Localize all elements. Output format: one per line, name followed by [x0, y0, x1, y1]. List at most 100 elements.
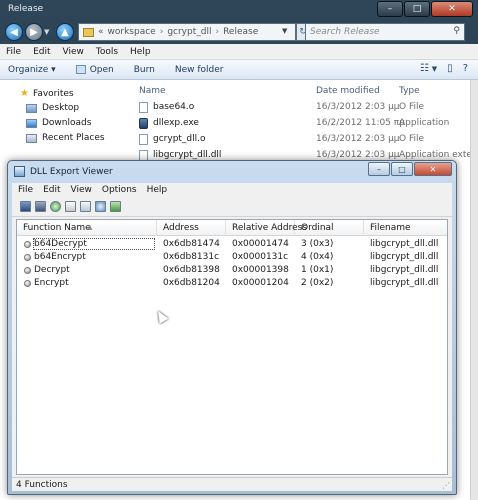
save-icon[interactable]: [20, 201, 31, 212]
html-report-icon[interactable]: [80, 201, 91, 212]
dll-viewer-toolbar: [12, 197, 452, 217]
table-row[interactable]: Encrypt 0x6db81204 0x00001204 2 (0x2) li…: [17, 277, 447, 290]
dll-viewer-menubar: File Edit View Options Help: [12, 183, 452, 197]
menu-help[interactable]: Help: [130, 47, 151, 57]
menu-file[interactable]: File: [6, 47, 21, 57]
nav-recent-places[interactable]: Recent Places: [26, 133, 105, 143]
exit-icon[interactable]: [110, 201, 121, 212]
back-button[interactable]: ◀: [5, 23, 23, 41]
preview-pane-icon[interactable]: ▯: [447, 63, 453, 74]
file-name: gcrypt_dll.o: [153, 134, 206, 144]
column-header-date[interactable]: Date modified: [316, 86, 380, 96]
nav-favorites-label: Favorites: [32, 88, 74, 99]
file-row[interactable]: base64.o 16/3/2012 2:03 μμ O File: [133, 100, 470, 116]
column-header-ordinal[interactable]: Ordinal: [295, 220, 364, 236]
column-header-function-name-label: Function Name: [23, 223, 91, 233]
functions-list-header: Function Name ▲ Address Relative Address…: [17, 220, 447, 236]
breadcrumb-item[interactable]: Release: [223, 27, 258, 37]
cell-relative-address: 0x00001204: [232, 278, 289, 288]
back-arrow-icon: ◀: [10, 26, 18, 38]
column-header-name[interactable]: Name: [139, 86, 166, 96]
cell-function-name: Encrypt: [34, 278, 69, 288]
column-header-type[interactable]: Type: [399, 86, 420, 96]
help-icon[interactable]: ?: [463, 63, 468, 74]
open-icon: [75, 65, 86, 74]
cell-ordinal: 2 (0x2): [301, 278, 334, 288]
menu-tools[interactable]: Tools: [96, 47, 118, 57]
nav-desktop[interactable]: Desktop: [26, 103, 79, 113]
cell-address: 0x6db8131c: [163, 252, 220, 262]
cell-function-name: b64Encrypt: [34, 252, 86, 262]
column-header-filename[interactable]: Filename: [364, 220, 447, 236]
dll-viewer-titlebar[interactable]: DLL Export Viewer – □ ✕: [8, 161, 456, 183]
cell-relative-address: 0x00001474: [232, 239, 289, 249]
search-placeholder: Search Release: [310, 27, 380, 37]
search-input[interactable]: Search Release ⚲: [305, 23, 465, 41]
explorer-scrollbar[interactable]: [470, 80, 478, 500]
up-arrow-icon: ▲: [61, 26, 69, 38]
column-header-relative-address[interactable]: Relative Address: [226, 220, 307, 236]
forward-button[interactable]: ▶: [25, 23, 43, 41]
organize-button[interactable]: Organize ▾: [8, 65, 56, 75]
cell-address: 0x6db81398: [163, 265, 220, 275]
dll-export-viewer-window: DLL Export Viewer – □ ✕ File Edit View O…: [7, 160, 457, 495]
resize-grip-icon[interactable]: ⋰: [442, 481, 450, 490]
column-header-address[interactable]: Address: [157, 220, 226, 236]
nav-desktop-label: Desktop: [42, 103, 80, 113]
column-header-function-name[interactable]: Function Name ▲: [17, 220, 157, 236]
file-row[interactable]: gcrypt_dll.o 16/3/2012 2:03 μμ O File: [133, 132, 470, 148]
nav-favorites[interactable]: ★ Favorites: [20, 88, 74, 99]
file-date: 16/3/2012 2:03 μμ: [316, 150, 400, 160]
address-dropdown-icon[interactable]: ▼: [282, 27, 287, 35]
cell-ordinal: 1 (0x1): [301, 265, 334, 275]
function-bullet-icon: [24, 254, 31, 261]
open-button[interactable]: Open: [75, 65, 114, 75]
view-dropdown-icon[interactable]: ▼: [432, 65, 437, 73]
breadcrumb-item[interactable]: gcrypt_dll: [167, 27, 211, 37]
refresh-icon[interactable]: [50, 201, 61, 212]
view-options-icon[interactable]: ☷: [420, 63, 429, 74]
functions-list[interactable]: Function Name ▲ Address Relative Address…: [16, 219, 448, 475]
find-icon[interactable]: [95, 201, 106, 212]
dll-viewer-minimize-button[interactable]: –: [368, 162, 390, 176]
table-row[interactable]: b64Encrypt 0x6db8131c 0x0000131c 4 (0x4)…: [17, 251, 447, 264]
menu-file[interactable]: File: [18, 185, 33, 195]
address-bar[interactable]: « workspace › gcrypt_dll › Release: [78, 23, 296, 41]
file-date: 16/3/2012 2:03 μμ: [316, 102, 400, 112]
recent-pages-dropdown-icon[interactable]: ▼: [44, 28, 49, 36]
save-all-icon[interactable]: [35, 201, 46, 212]
menu-edit[interactable]: Edit: [33, 47, 50, 57]
copy-icon[interactable]: [65, 201, 76, 212]
cell-ordinal: 4 (0x4): [301, 252, 334, 262]
new-folder-button[interactable]: New folder: [175, 65, 224, 75]
file-row[interactable]: dllexp.exe 16/2/2012 11:05 πμ Applicatio…: [133, 116, 470, 132]
breadcrumb-separator: ›: [159, 27, 164, 37]
explorer-titlebar[interactable]: Release – □ ✕: [0, 0, 478, 20]
app-icon: [139, 118, 148, 129]
burn-button[interactable]: Burn: [134, 65, 155, 75]
table-row[interactable]: b64Decrypt 0x6db81474 0x00001474 3 (0x3)…: [17, 238, 447, 251]
cell-address: 0x6db81474: [163, 239, 220, 249]
menu-view[interactable]: View: [63, 47, 84, 57]
nav-downloads[interactable]: Downloads: [26, 118, 91, 128]
cell-function-name: b64Decrypt: [33, 238, 155, 250]
menu-options[interactable]: Options: [102, 185, 137, 195]
dll-viewer-close-button[interactable]: ✕: [414, 162, 452, 176]
menu-edit[interactable]: Edit: [43, 185, 60, 195]
up-button[interactable]: ▲: [56, 23, 74, 41]
file-type: Application extens...: [399, 150, 478, 160]
dll-viewer-statusbar: 4 Functions ⋰: [12, 477, 452, 491]
favorites-star-icon: ★: [20, 88, 29, 99]
breadcrumb-item[interactable]: workspace: [108, 27, 156, 37]
dll-viewer-app-icon: [14, 166, 25, 177]
search-icon[interactable]: ⚲: [453, 26, 460, 36]
menu-view[interactable]: View: [71, 185, 92, 195]
close-button[interactable]: ✕: [431, 1, 473, 17]
menu-help[interactable]: Help: [147, 185, 168, 195]
explorer-title: Release: [8, 4, 44, 14]
forward-arrow-icon: ▶: [30, 26, 38, 38]
minimize-button[interactable]: –: [377, 1, 403, 17]
maximize-button[interactable]: □: [404, 1, 430, 17]
dll-viewer-maximize-button[interactable]: □: [391, 162, 413, 176]
table-row[interactable]: Decrypt 0x6db81398 0x00001398 1 (0x1) li…: [17, 264, 447, 277]
